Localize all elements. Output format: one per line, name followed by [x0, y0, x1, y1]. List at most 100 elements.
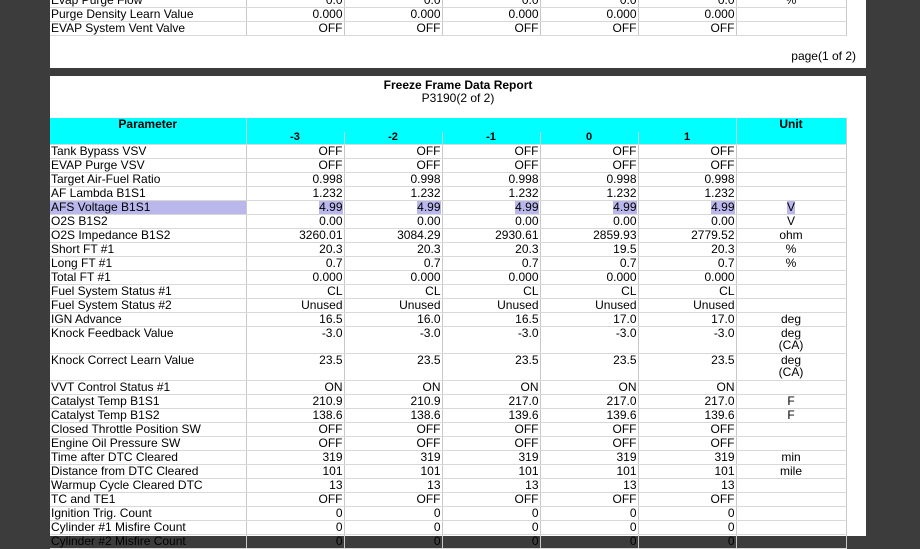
- value-text: 0: [531, 534, 539, 548]
- value-text: 0.998: [312, 172, 343, 186]
- value-cell: 0.00: [442, 214, 541, 229]
- value-cell: OFF: [246, 158, 345, 173]
- value-text: CL: [327, 284, 343, 298]
- value-cell: -3.0: [540, 326, 639, 354]
- param-cell: Time after DTC Cleared: [50, 450, 247, 465]
- value-cell: OFF: [638, 422, 737, 437]
- value-text: 2779.52: [691, 228, 735, 242]
- value-cell: 23.5: [540, 353, 639, 381]
- value-cell: 0.998: [638, 172, 737, 187]
- value-cell: 0: [442, 534, 541, 549]
- value-cell: OFF: [638, 492, 737, 507]
- value-cell: 4.99: [540, 200, 639, 215]
- unit-cell: %: [736, 0, 847, 8]
- value-text: 0.7: [423, 256, 441, 270]
- param-cell: AF Lambda B1S1: [50, 186, 247, 201]
- unit-cell: [736, 158, 847, 173]
- value-text: OFF: [612, 158, 637, 172]
- unit-text: V: [786, 214, 795, 228]
- unit-cell: F: [736, 408, 847, 423]
- value-text: OFF: [318, 158, 343, 172]
- unit-text: deg (CA): [778, 353, 804, 379]
- value-cell: 13: [246, 478, 345, 493]
- value-text: 2859.93: [593, 228, 637, 242]
- value-text: -3.0: [419, 326, 441, 340]
- value-cell: ON: [246, 380, 345, 395]
- value-text: 101: [420, 464, 441, 478]
- value-text: 0.00: [613, 214, 637, 228]
- value-cell: 23.5: [638, 353, 737, 381]
- unit-cell: [736, 7, 847, 22]
- value-text: 0: [629, 534, 637, 548]
- table-row: Warmup Cycle Cleared DTC 13 13 13 13 13: [50, 478, 847, 493]
- value-text: ON: [618, 380, 637, 394]
- value-text: 0: [335, 506, 343, 520]
- unit-cell: V: [736, 200, 847, 215]
- value-text: 0: [335, 534, 343, 548]
- value-cell: Unused: [540, 298, 639, 313]
- value-cell: OFF: [540, 144, 639, 159]
- unit-cell: %: [736, 256, 847, 271]
- value-cell: 0.0: [638, 0, 737, 8]
- value-text: Unused: [497, 298, 539, 312]
- value-cell: 0.000: [442, 7, 541, 22]
- value-cell: OFF: [442, 422, 541, 437]
- value-text: 1.232: [312, 186, 343, 200]
- value-text: 20.3: [417, 242, 441, 256]
- value-cell: OFF: [246, 422, 345, 437]
- value-cell: 23.5: [344, 353, 443, 381]
- value-cell: 217.0: [442, 394, 541, 409]
- value-cell: OFF: [246, 492, 345, 507]
- value-cell: 0.0: [246, 0, 345, 8]
- value-cell: ON: [540, 380, 639, 395]
- value-text: OFF: [318, 144, 343, 158]
- value-text: OFF: [710, 422, 735, 436]
- value-text: 1.232: [606, 186, 637, 200]
- value-cell: 319: [638, 450, 737, 465]
- value-cell: OFF: [344, 21, 443, 36]
- value-text: OFF: [612, 436, 637, 450]
- value-text: 210.9: [312, 394, 343, 408]
- value-text: 0.7: [717, 256, 735, 270]
- header-frame: 0: [540, 132, 639, 145]
- table-row: Long FT #1 0.7 0.7 0.7 0.7 0.7%: [50, 256, 847, 271]
- param-cell: Distance from DTC Cleared: [50, 464, 247, 479]
- value-text: 0: [531, 520, 539, 534]
- value-text: 13: [329, 478, 343, 492]
- value-text: 1.232: [410, 186, 441, 200]
- value-text: 2930.61: [495, 228, 539, 242]
- value-cell: 217.0: [540, 394, 639, 409]
- value-text: 0.7: [521, 256, 539, 270]
- param-cell: Long FT #1: [50, 256, 247, 271]
- value-text: 4.99: [319, 200, 343, 214]
- value-text: 0.000: [508, 270, 539, 284]
- value-cell: OFF: [344, 158, 443, 173]
- param-cell: Knock Correct Learn Value: [50, 353, 247, 381]
- value-cell: 0.000: [540, 7, 639, 22]
- previous-page-table: Evap Purge Flow 0.0 0.0 0.0 0.0 0.0% Purge Den…: [50, 0, 847, 36]
- unit-cell: [736, 298, 847, 313]
- value-text: 217.0: [704, 394, 735, 408]
- value-text: 139.6: [508, 408, 539, 422]
- value-cell: OFF: [638, 436, 737, 451]
- table-row: Distance from DTC Cleared 101 101 101 101 101…: [50, 464, 847, 479]
- value-cell: 20.3: [246, 242, 345, 257]
- value-text: CL: [621, 284, 637, 298]
- unit-cell: min: [736, 450, 847, 465]
- value-text: ON: [716, 380, 735, 394]
- value-cell: -3.0: [638, 326, 737, 354]
- value-text: 0: [629, 506, 637, 520]
- value-cell: CL: [344, 284, 443, 299]
- unit-text: deg: [780, 312, 802, 326]
- value-cell: 0.998: [540, 172, 639, 187]
- unit-cell: [736, 436, 847, 451]
- param-cell: Catalyst Temp B1S2: [50, 408, 247, 423]
- value-text: 0.00: [319, 214, 343, 228]
- value-cell: ON: [638, 380, 737, 395]
- value-text: 217.0: [606, 394, 637, 408]
- value-cell: 13: [540, 478, 639, 493]
- value-cell: OFF: [540, 422, 639, 437]
- value-cell: 0: [246, 534, 345, 549]
- value-text: ON: [324, 380, 343, 394]
- unit-text: min: [781, 450, 801, 464]
